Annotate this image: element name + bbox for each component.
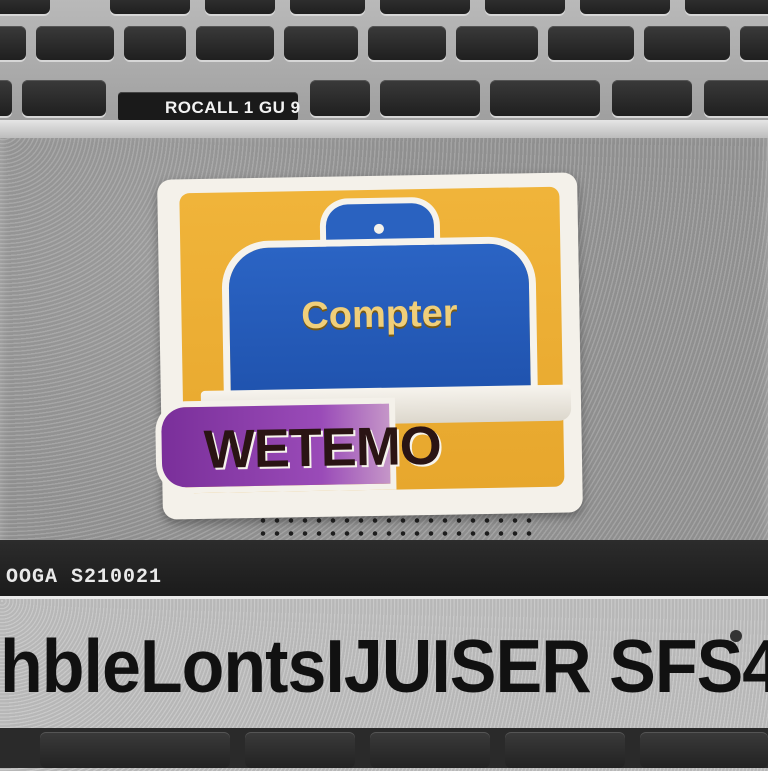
key[interactable] (124, 26, 186, 60)
key[interactable] (685, 0, 768, 14)
serial-number: OOGA S210021 (6, 566, 163, 589)
key[interactable] (640, 732, 768, 768)
key[interactable] (110, 0, 190, 14)
key[interactable] (196, 26, 274, 60)
sticker-banner-text: WETEMO (203, 415, 442, 480)
key[interactable] (485, 0, 565, 14)
key[interactable] (40, 732, 230, 768)
key[interactable] (0, 0, 50, 14)
key[interactable] (548, 26, 634, 60)
key[interactable] (205, 0, 275, 14)
key[interactable] (644, 26, 730, 60)
sticker: Compter WETEMO (157, 172, 583, 520)
key[interactable] (245, 732, 355, 768)
key[interactable] (740, 26, 768, 60)
screw (730, 630, 742, 642)
key[interactable] (505, 732, 625, 768)
key[interactable] (36, 26, 114, 60)
key[interactable] (22, 80, 106, 116)
key[interactable] (456, 26, 538, 60)
key-label-text: ROCALL 1 GU 9 (165, 98, 301, 117)
key[interactable] (310, 80, 370, 116)
key[interactable] (290, 0, 365, 14)
key[interactable] (0, 80, 12, 116)
key[interactable] (0, 26, 26, 60)
key[interactable] (284, 26, 358, 60)
key[interactable] (370, 732, 490, 768)
key[interactable] (368, 26, 446, 60)
speaker-grille (256, 514, 536, 540)
key[interactable] (490, 80, 600, 116)
keyboard-top (0, 0, 768, 135)
key[interactable] (380, 0, 470, 14)
key[interactable] (380, 80, 480, 116)
key[interactable] (704, 80, 768, 116)
key[interactable] (580, 0, 670, 14)
bottom-imprint-text: hbleLontsIJUISER SFS4 C (0, 623, 768, 709)
key[interactable] (612, 80, 692, 116)
sticker-top-text: Compter (300, 292, 458, 338)
chassis-edge (0, 120, 768, 138)
